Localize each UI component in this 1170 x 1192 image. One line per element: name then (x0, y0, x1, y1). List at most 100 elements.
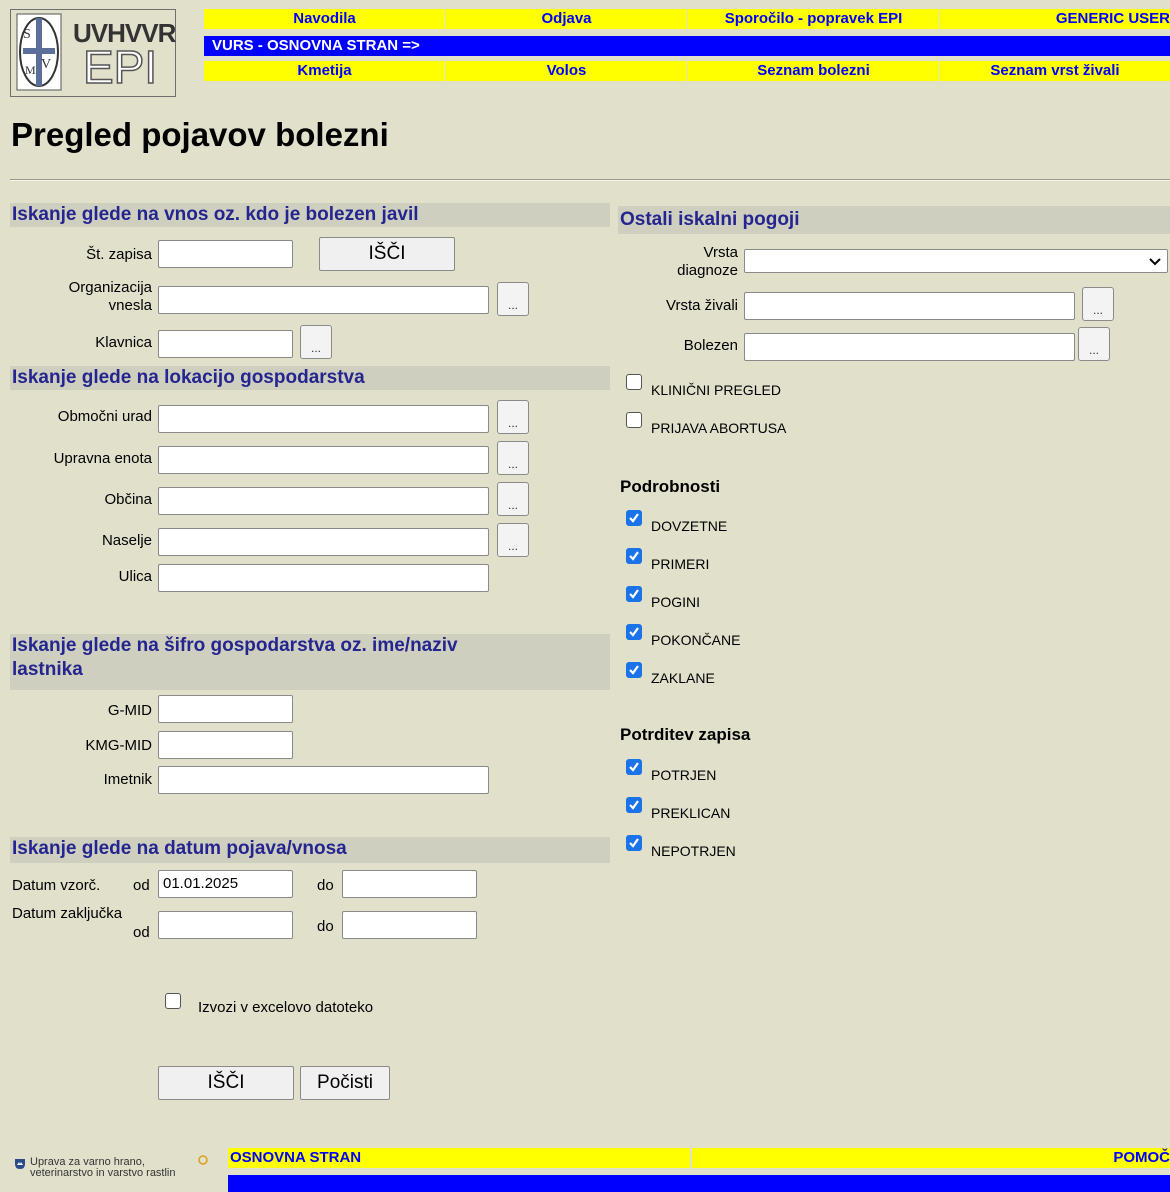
potrditev-checkbox[interactable] (626, 835, 642, 851)
label-klavnica: Klavnica (95, 334, 152, 351)
export-checkbox[interactable] (165, 993, 181, 1009)
potrditev-checkbox[interactable] (626, 797, 642, 813)
label-g-mid: G-MID (107, 702, 152, 719)
main-page-link[interactable]: VURS - OSNOVNA STRAN => (204, 36, 1170, 56)
section-header-sifra-line1: Iskanje glede na šifro gospodarstva oz. … (12, 635, 458, 656)
label-do-2: do (317, 918, 334, 935)
podrobnosti-checkbox[interactable] (626, 548, 642, 564)
prijava-abortusa-checkbox[interactable] (626, 412, 642, 428)
podrobnosti-label: POKONČANE (651, 632, 741, 648)
upravna-enota-input[interactable] (158, 446, 489, 474)
podrobnosti-label: PRIMERI (651, 556, 710, 572)
section-header-ostali: Ostali iskalni pogoji (618, 206, 1170, 234)
nav-seznam-bolezni[interactable]: Seznam bolezni (688, 61, 940, 81)
imetnik-input[interactable] (158, 766, 489, 794)
label-datum-zakljucka: Datum zaključka (12, 905, 123, 922)
nav-user[interactable]: GENERIC USER (940, 9, 1170, 29)
search-button[interactable]: IŠČI (158, 1066, 294, 1100)
nav-seznam-vrst-zivali[interactable]: Seznam vrst živali (940, 61, 1170, 81)
vrsta-zivali-input[interactable] (744, 292, 1075, 320)
footer-blue-bar (228, 1175, 1170, 1192)
datum-vzorc-od-input[interactable]: 01.01.2025 (158, 870, 293, 898)
nav-sporocilo[interactable]: Sporočilo - popravek EPI (688, 9, 940, 29)
potrditev-heading: Potrditev zapisa (620, 725, 751, 744)
user-name: GENERIC USER (1055, 10, 1170, 27)
potrditev-checkbox[interactable] (626, 759, 642, 775)
podrobnosti-heading: Podrobnosti (620, 477, 721, 496)
checkmark-icon (629, 513, 639, 523)
podrobnosti-checkbox[interactable] (626, 662, 642, 678)
podrobnosti-label: POGINI (651, 594, 701, 610)
prijava-abortusa-label: PRIJAVA ABORTUSA (651, 420, 787, 436)
podrobnosti-checkbox[interactable] (626, 624, 642, 640)
nav-odjava[interactable]: Odjava (446, 9, 688, 29)
klinicni-pregled-checkbox[interactable] (626, 374, 642, 390)
checkmark-icon (629, 589, 639, 599)
section-header-datum: Iskanje glede na datum pojava/vnosa (10, 837, 610, 863)
g-mid-input[interactable] (158, 695, 293, 723)
section-header-sifra: Iskanje glede na šifro gospodarstva oz. … (10, 634, 610, 690)
klavnica-input[interactable] (158, 330, 293, 358)
label-imetnik: Imetnik (103, 771, 152, 788)
bolezen-lookup-button[interactable]: ... (1078, 327, 1110, 361)
obcina-input[interactable] (158, 487, 489, 515)
st-zapisa-input[interactable] (158, 240, 293, 268)
section-header-lokacija: Iskanje glede na lokacijo gospodarstva (10, 366, 610, 390)
potrditev-label: POTRJEN (651, 767, 717, 783)
chevron-down-icon (1149, 258, 1161, 266)
potrditev-label: PREKLICAN (651, 805, 731, 821)
obmocni-urad-input[interactable] (158, 405, 489, 433)
label-bolezen: Bolezen (683, 337, 738, 354)
kmg-mid-input[interactable] (158, 731, 293, 759)
app-logo[interactable]: S V M UVHVVR EPI (10, 9, 176, 97)
footer-help-link[interactable]: POMOČ (692, 1148, 1170, 1168)
organizacija-input[interactable] (158, 286, 489, 314)
naselje-lookup-button[interactable]: ... (497, 523, 529, 557)
obmocni-urad-lookup-button[interactable]: ... (497, 400, 529, 434)
footer-org-logo[interactable]: Uprava za varno hrano, veterinarstvo in … (10, 1148, 210, 1192)
potrditev-label: NEPOTRJEN (651, 843, 736, 859)
datum-zakljucka-do-input[interactable] (342, 911, 477, 939)
podrobnosti-checkbox[interactable] (626, 510, 642, 526)
checkmark-icon (629, 627, 639, 637)
bolezen-input[interactable] (744, 333, 1075, 361)
datum-zakljucka-od-input[interactable] (158, 911, 293, 939)
klavnica-lookup-button[interactable]: ... (300, 325, 332, 359)
section-header-vnos: Iskanje glede na vnos oz. kdo je bolezen… (10, 203, 610, 227)
vrsta-zivali-lookup-button[interactable]: ... (1082, 287, 1114, 321)
datum-vzorc-do-input[interactable] (342, 870, 477, 898)
checkmark-icon (629, 665, 639, 675)
podrobnosti-checkbox[interactable] (626, 586, 642, 602)
footer-org-name: Uprava za varno hrano, veterinarstvo in … (30, 1157, 176, 1179)
svg-text:S: S (23, 27, 31, 42)
label-do: do (317, 877, 334, 894)
label-organizacija: Organizacija vnesla (10, 279, 152, 315)
search-button-top[interactable]: IŠČI (319, 237, 455, 271)
nav-navodila[interactable]: Navodila (204, 9, 446, 29)
svg-text:V: V (41, 57, 51, 72)
checkmark-icon (629, 551, 639, 561)
label-organizacija-line1: Organizacija (68, 279, 152, 296)
label-st-zapisa: Št. zapisa (86, 246, 152, 263)
divider (10, 179, 1170, 181)
obcina-lookup-button[interactable]: ... (497, 482, 529, 516)
checkmark-icon (629, 838, 639, 848)
label-vrsta-zivali: Vrsta živali (666, 297, 738, 314)
badge-icon (198, 1155, 208, 1165)
footer-home-link[interactable]: OSNOVNA STRAN (228, 1148, 690, 1168)
label-od-2: od (133, 924, 150, 941)
label-kmg-mid: KMG-MID (85, 737, 152, 754)
organizacija-lookup-button[interactable]: ... (497, 282, 529, 316)
upravna-enota-lookup-button[interactable]: ... (497, 441, 529, 475)
naselje-input[interactable] (158, 528, 489, 556)
clear-button[interactable]: Počisti (300, 1066, 390, 1100)
label-upravna-enota: Upravna enota (53, 450, 152, 467)
klinicni-pregled-label: KLINIČNI PREGLED (651, 382, 781, 398)
nav-kmetija[interactable]: Kmetija (204, 61, 446, 81)
label-od: od (133, 877, 150, 894)
vrsta-diagnoze-select[interactable] (744, 249, 1168, 273)
podrobnosti-label: DOVZETNE (651, 518, 728, 534)
ulica-input[interactable] (158, 564, 489, 592)
footer-org-line2: veterinarstvo in varstvo rastlin (30, 1167, 176, 1179)
nav-volos[interactable]: Volos (446, 61, 688, 81)
